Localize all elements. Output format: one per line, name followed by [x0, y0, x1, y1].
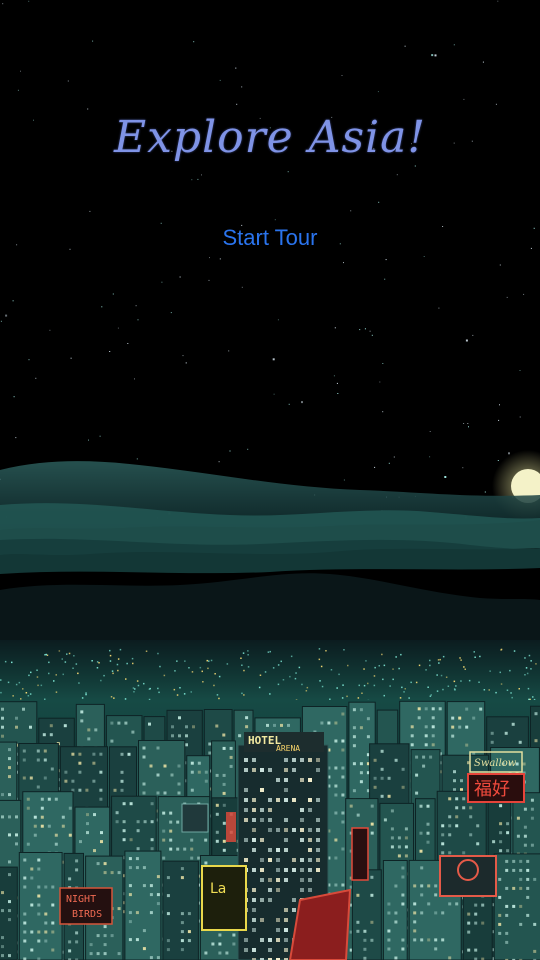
fuhao-sign: 福好 [474, 779, 510, 800]
la-sign: La [210, 881, 226, 897]
start-tour-button[interactable]: Start Tour [195, 220, 345, 256]
night-birds-sign-line2: BIRDS [72, 909, 102, 920]
hotel-sub-sign: ARENA [276, 744, 300, 753]
page-title: Explore Asia! [113, 112, 427, 163]
night-birds-sign-line1: NIGHT [66, 894, 96, 905]
swallow-sign: Swallow [474, 758, 517, 769]
